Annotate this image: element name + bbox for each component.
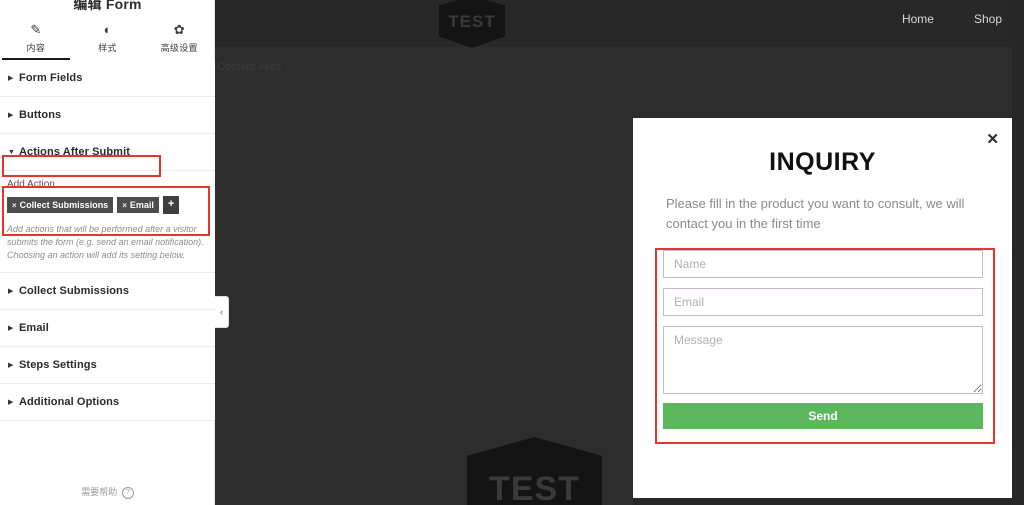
tab-style[interactable]: ◐ 样式 xyxy=(72,18,144,60)
form-editor-panel: 编辑 Form ✎ 内容 ◐ 样式 ✿ 高级设置 ▶ Form Fields ▶ xyxy=(0,0,215,505)
gear-icon: ✿ xyxy=(173,22,185,37)
chevron-right-icon: ▶ xyxy=(8,398,14,406)
section-steps-settings[interactable]: ▶ Steps Settings xyxy=(0,347,215,385)
name-input[interactable] xyxy=(663,250,983,278)
section-actions-after-submit[interactable]: ▼ Actions After Submit xyxy=(0,134,215,171)
site-logo-top: TEST xyxy=(439,0,505,48)
panel-collapse-handle[interactable]: ‹ xyxy=(215,296,229,328)
chevron-right-icon: ▶ xyxy=(8,111,14,119)
tab-content-label: 内容 xyxy=(26,43,46,53)
screenshot-root: Home Shop TEST Content Area TEST ✕ INQUI… xyxy=(0,0,1024,505)
modal-title: INQUIRY xyxy=(769,148,876,176)
section-additional-options-label: Additional Options xyxy=(19,396,120,409)
site-header: Home Shop xyxy=(215,0,1024,47)
remove-icon[interactable]: × xyxy=(122,201,127,210)
section-actions-after-submit-label: Actions After Submit xyxy=(19,146,130,158)
pencil-icon: ✎ xyxy=(30,22,42,37)
shield-icon-large: TEST xyxy=(467,437,602,505)
site-nav: Home Shop xyxy=(902,12,1002,26)
chevron-right-icon: ▶ xyxy=(8,74,14,82)
inquiry-form: Send xyxy=(663,250,983,429)
editor-tabs: ✎ 内容 ◐ 样式 ✿ 高级设置 xyxy=(0,18,215,61)
chevron-right-icon: ▶ xyxy=(8,287,14,295)
add-action-helper-text: Add actions that will be performed after… xyxy=(7,224,204,261)
tab-advanced-settings-label: 高级设置 xyxy=(160,43,198,53)
modal-subtitle: Please fill in the product you want to c… xyxy=(666,196,965,231)
nav-item-shop[interactable]: Shop xyxy=(974,12,1002,26)
need-help-label[interactable]: 需要帮助 xyxy=(81,487,117,497)
tab-advanced-settings[interactable]: ✿ 高级设置 xyxy=(143,18,215,60)
message-input[interactable] xyxy=(663,326,983,394)
canvas-right-edge xyxy=(1012,0,1024,505)
canvas-bottom-edge xyxy=(633,498,1024,505)
logo-text-top: TEST xyxy=(448,12,496,31)
shield-icon: TEST xyxy=(439,0,505,48)
chip-collect-submissions[interactable]: × Collect Submissions xyxy=(7,197,114,213)
chevron-right-icon: ▶ xyxy=(8,324,14,332)
section-collect-submissions[interactable]: ▶ Collect Submissions xyxy=(0,273,215,311)
email-input[interactable] xyxy=(663,288,983,316)
add-action-label: Add Action xyxy=(7,179,55,190)
add-action-panel: Add Action × Collect Submissions × Email… xyxy=(0,171,215,274)
section-buttons-label: Buttons xyxy=(19,109,62,121)
section-buttons[interactable]: ▶ Buttons xyxy=(0,97,215,134)
close-icon[interactable]: ✕ xyxy=(986,132,999,147)
action-chip-list: × Collect Submissions × Email + xyxy=(7,196,207,214)
nav-item-home[interactable]: Home xyxy=(902,12,934,26)
panel-footer: 需要帮助 ? xyxy=(0,485,215,499)
chip-collect-submissions-label: Collect Submissions xyxy=(19,200,109,210)
chip-email-label: Email xyxy=(129,200,154,210)
section-additional-options[interactable]: ▶ Additional Options xyxy=(0,384,215,422)
site-logo-bottom: TEST xyxy=(467,437,602,505)
tab-content[interactable]: ✎ 内容 xyxy=(0,18,72,61)
logo-text-bottom: TEST xyxy=(489,470,580,505)
panel-title: 编辑 Form xyxy=(73,0,142,12)
question-circle-icon[interactable]: ? xyxy=(121,487,134,499)
editor-accordion: ▶ Form Fields ▶ Buttons ▼ Actions After … xyxy=(0,60,215,422)
section-email-label: Email xyxy=(19,322,49,335)
send-button[interactable]: Send xyxy=(663,403,983,429)
section-form-fields[interactable]: ▶ Form Fields xyxy=(0,60,215,97)
content-area-label: Content Area xyxy=(217,61,282,73)
section-form-fields-label: Form Fields xyxy=(19,72,83,84)
section-steps-settings-label: Steps Settings xyxy=(19,359,97,372)
section-collect-submissions-label: Collect Submissions xyxy=(19,285,130,298)
remove-icon[interactable]: × xyxy=(12,201,17,210)
add-action-button[interactable]: + xyxy=(162,196,180,214)
inquiry-modal: ✕ INQUIRY Please fill in the product you… xyxy=(633,118,1012,498)
chevron-right-icon: ▶ xyxy=(8,361,14,369)
contrast-icon: ◐ xyxy=(103,22,112,37)
chip-email[interactable]: × Email xyxy=(117,197,159,213)
chevron-down-icon: ▼ xyxy=(8,148,15,156)
section-email[interactable]: ▶ Email xyxy=(0,310,215,348)
tab-style-label: 样式 xyxy=(98,43,117,53)
